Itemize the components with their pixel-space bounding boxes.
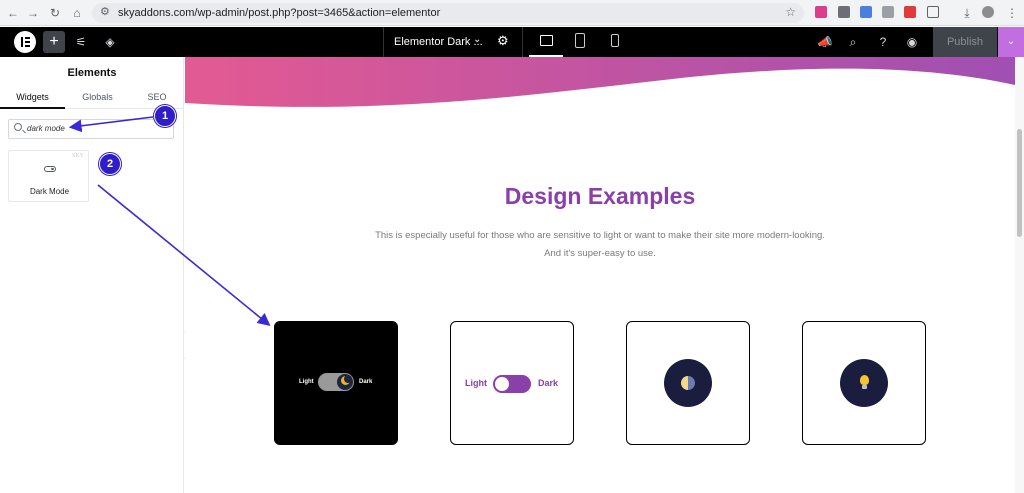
bulb-icon (860, 375, 869, 389)
subtitle-line: And it's super-easy to use. (544, 248, 656, 259)
address-bar[interactable]: ⚙ skyaddons.com/wp-admin/post.php?post=3… (92, 3, 804, 23)
extensions-puzzle-icon[interactable] (927, 6, 939, 18)
notifications-megaphone-icon[interactable]: 📣 (817, 34, 833, 50)
help-icon[interactable]: ? (875, 34, 891, 50)
toggle-knob (495, 377, 509, 391)
annotation-badge-1: 1 (154, 105, 176, 127)
site-settings-icon[interactable]: ⚙ (100, 5, 110, 18)
mobile-view-button[interactable] (598, 27, 632, 57)
toggle-icon (44, 166, 56, 172)
widget-badge: SKY (71, 153, 84, 159)
site-settings-sliders-icon[interactable]: ⚟ (73, 34, 89, 50)
panel-tabs: Widgets Globals SEO (0, 85, 184, 109)
home-icon[interactable]: ⌂ (68, 4, 86, 22)
elementor-topbar: + ⚟ ◈ Elementor Dark ... ⌄ ⚙ 📣 ⌕ ? ◉ Pub… (0, 27, 1024, 57)
tab-seo[interactable]: SEO (130, 85, 184, 109)
structure-layers-icon[interactable]: ◈ (102, 34, 118, 50)
page-settings-gear-icon[interactable]: ⚙ (497, 33, 509, 49)
extension-icon[interactable] (860, 6, 872, 18)
scrollbar-thumb[interactable] (1017, 129, 1022, 237)
half-circle-icon (681, 376, 695, 390)
widget-search-input[interactable]: dark mode (8, 119, 174, 139)
light-label: Light (465, 378, 487, 388)
tablet-view-button[interactable] (563, 27, 597, 57)
publish-options-chevron-icon[interactable]: ⌄ (998, 27, 1024, 57)
profile-avatar[interactable] (982, 6, 994, 18)
tab-globals[interactable]: Globals (65, 85, 130, 109)
dark-mode-demo-2[interactable]: Light Dark (450, 321, 574, 445)
chevron-down-icon[interactable]: ⌄ (473, 34, 481, 45)
mobile-icon (611, 34, 619, 47)
light-label: Light (299, 379, 314, 385)
header-wave (185, 57, 1015, 107)
search-icon[interactable]: ⌕ (845, 34, 861, 50)
reload-icon[interactable]: ↻ (46, 4, 64, 22)
tab-widgets[interactable]: Widgets (0, 85, 65, 109)
desktop-view-button[interactable] (529, 27, 563, 57)
panel-title: Elements (67, 67, 117, 79)
dark-mode-demo-4[interactable] (802, 321, 926, 445)
back-icon[interactable]: ← (4, 4, 22, 22)
desktop-icon (540, 35, 553, 46)
document-selector[interactable]: Elementor Dark ... ⌄ ⚙ (383, 27, 523, 57)
widget-label: Dark Mode (29, 187, 70, 196)
add-element-button[interactable]: + (43, 31, 65, 53)
browser-toolbar: ← → ↻ ⌂ ⚙ skyaddons.com/wp-admin/post.ph… (0, 0, 1024, 26)
section-subtitle: This is especially useful for those who … (185, 227, 1015, 263)
dark-label: Dark (359, 379, 373, 385)
dark-mode-widget[interactable]: SKY Dark Mode (8, 150, 89, 202)
screenshot-root: ← → ↻ ⌂ ⚙ skyaddons.com/wp-admin/post.ph… (0, 0, 1024, 493)
download-icon[interactable]: ⤓ (958, 4, 976, 22)
bookmark-star-icon[interactable]: ☆ (785, 5, 796, 19)
extension-icon[interactable] (904, 6, 916, 18)
document-title: Elementor Dark ... (394, 36, 483, 48)
section-heading: Design Examples (504, 183, 696, 209)
extension-icon[interactable] (882, 6, 894, 18)
tablet-icon (575, 33, 585, 48)
annotation-badge-2: 2 (99, 153, 121, 175)
search-value: dark mode (27, 124, 65, 133)
scrollbar[interactable] (1015, 57, 1024, 493)
url-text: skyaddons.com/wp-admin/post.php?post=346… (118, 7, 441, 19)
preview-eye-icon[interactable]: ◉ (904, 34, 920, 50)
extension-icon[interactable] (838, 6, 850, 18)
forward-icon[interactable]: → (24, 4, 42, 22)
extension-icon[interactable] (815, 6, 827, 18)
preview-canvas: Design Examples This is especially usefu… (185, 57, 1015, 493)
elementor-logo-icon[interactable] (14, 31, 36, 53)
dark-mode-demo-1[interactable]: Light Dark (274, 321, 398, 445)
publish-button[interactable]: Publish (933, 27, 997, 57)
subtitle-line: This is especially useful for those who … (375, 230, 825, 241)
dark-mode-demo-3[interactable] (626, 321, 750, 445)
browser-menu-icon[interactable]: ⋮ (1003, 4, 1021, 22)
moon-icon (341, 375, 352, 385)
search-icon (14, 123, 22, 131)
dark-label: Dark (538, 378, 559, 388)
